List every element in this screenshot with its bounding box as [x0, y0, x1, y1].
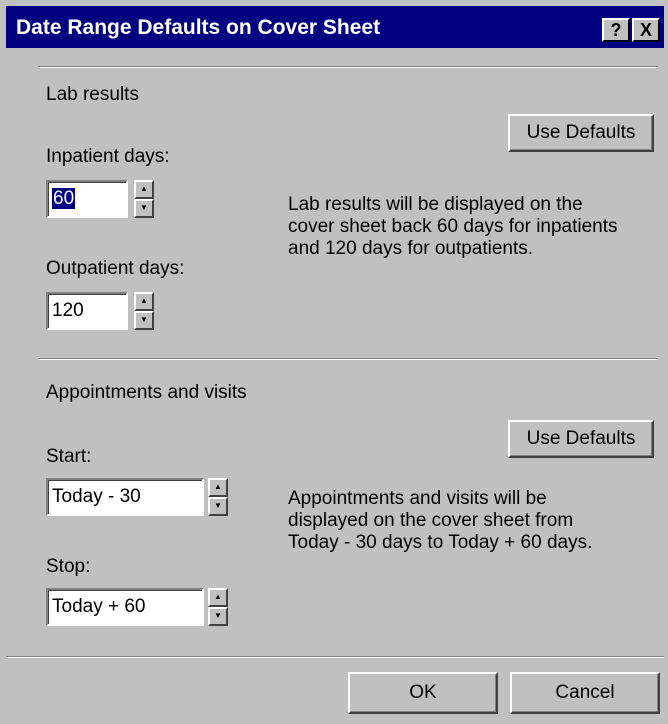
lab-heading: Lab results [46, 84, 139, 105]
lab-separator [38, 66, 658, 68]
help-button[interactable]: ? [602, 18, 630, 42]
spin-up-icon[interactable]: ▲ [134, 180, 154, 199]
spin-down-icon[interactable]: ▼ [208, 497, 228, 516]
appointments-heading: Appointments and visits [46, 382, 247, 403]
dialog-window: Date Range Defaults on Cover Sheet ? X L… [0, 0, 668, 724]
dialog-title: Date Range Defaults on Cover Sheet [16, 16, 381, 39]
inpatient-days-field[interactable]: 60 [46, 180, 128, 218]
title-bar[interactable]: Date Range Defaults on Cover Sheet ? X [6, 6, 664, 48]
spin-up-icon[interactable]: ▲ [208, 478, 228, 497]
spin-up-icon[interactable]: ▲ [134, 292, 154, 311]
appointments-separator [38, 358, 658, 360]
stop-label: Stop: [46, 556, 91, 577]
appointments-description: Appointments and visits will be displaye… [288, 488, 593, 553]
close-button[interactable]: X [632, 18, 660, 42]
start-spinner[interactable]: ▲ ▼ [208, 478, 228, 516]
inpatient-days-value: 60 [52, 188, 76, 209]
lab-use-defaults-button[interactable]: Use Defaults [508, 114, 654, 152]
start-field[interactable]: Today - 30 [46, 478, 204, 516]
stop-field[interactable]: Today + 60 [46, 588, 204, 626]
ok-button[interactable]: OK [348, 672, 498, 714]
spin-down-icon[interactable]: ▼ [208, 607, 228, 626]
footer-separator [6, 656, 664, 658]
inpatient-days-spinner[interactable]: ▲ ▼ [134, 180, 154, 218]
lab-description: Lab results will be displayed on the cov… [288, 194, 618, 259]
outpatient-days-spinner[interactable]: ▲ ▼ [134, 292, 154, 330]
appointments-use-defaults-button[interactable]: Use Defaults [508, 420, 654, 458]
outpatient-days-field[interactable]: 120 [46, 292, 128, 330]
spin-up-icon[interactable]: ▲ [208, 588, 228, 607]
outpatient-label: Outpatient days: [46, 258, 185, 279]
inpatient-label: Inpatient days: [46, 146, 170, 167]
spin-down-icon[interactable]: ▼ [134, 199, 154, 218]
start-label: Start: [46, 446, 92, 467]
spin-down-icon[interactable]: ▼ [134, 311, 154, 330]
cancel-button[interactable]: Cancel [510, 672, 660, 714]
stop-spinner[interactable]: ▲ ▼ [208, 588, 228, 626]
